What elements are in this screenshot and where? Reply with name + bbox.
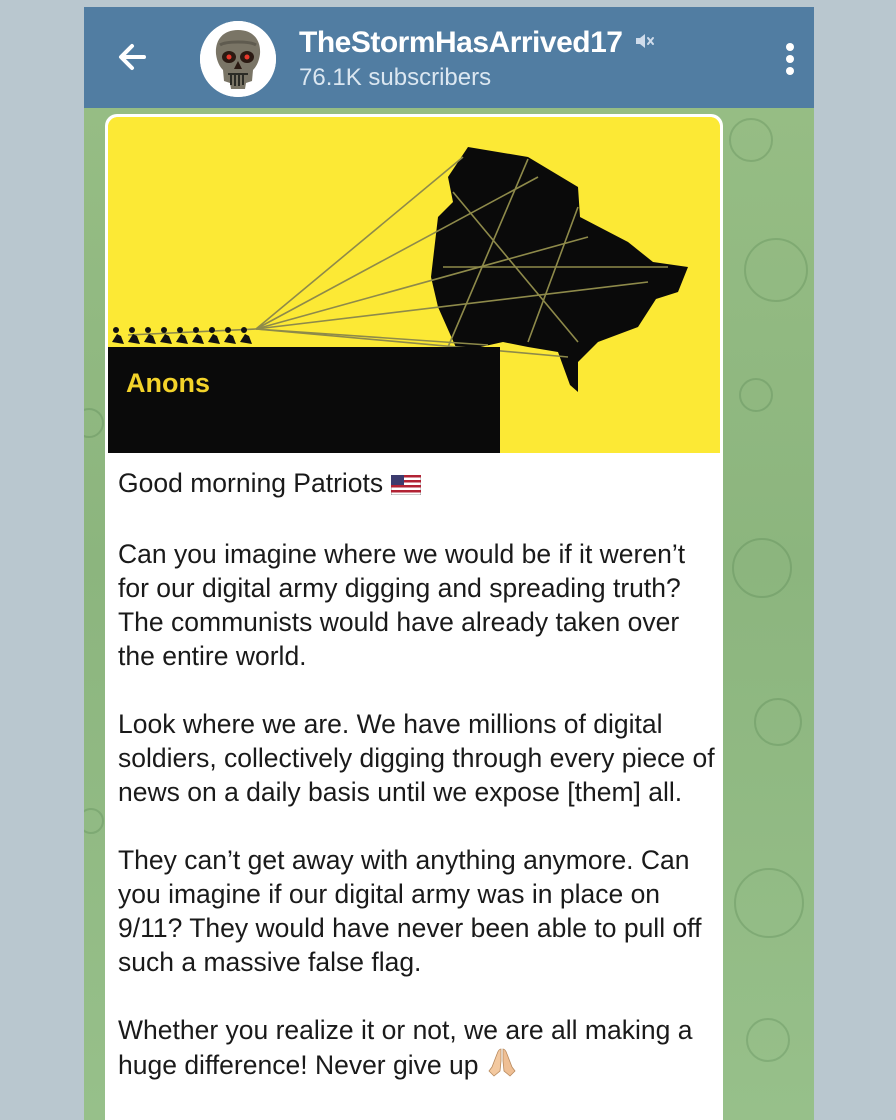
doodle-circle (732, 538, 792, 598)
paragraph: Can you imagine where we would be if it … (118, 539, 686, 671)
paragraph-text: Good morning Patriots (118, 468, 384, 498)
doodle-circle (739, 378, 773, 412)
muted-speaker-icon (633, 30, 655, 57)
doodle-circle (84, 408, 104, 438)
doodle-circle (746, 1018, 790, 1062)
paragraph: Look where we are. We have millions of d… (118, 709, 715, 807)
post-image[interactable]: Anons (108, 117, 720, 453)
back-button[interactable] (110, 35, 154, 79)
title-row: TheStormHasArrived17 (299, 23, 655, 63)
subscriber-count: 76.1K subscribers (299, 64, 492, 91)
telegram-screen: TheStormHasArrived17 76.1K subscribers A… (84, 7, 814, 1120)
skull-avatar-icon (200, 21, 276, 97)
more-options-button[interactable] (774, 37, 806, 81)
doodle-circle (729, 118, 773, 162)
paragraph: They can’t get away with anything anymor… (118, 845, 702, 977)
us-flag-emoji (390, 469, 422, 503)
chat-header: TheStormHasArrived17 76.1K subscribers (84, 7, 814, 108)
channel-avatar[interactable] (200, 21, 276, 97)
doodle-circle (744, 238, 808, 302)
folded-hands-emoji (486, 1047, 518, 1085)
doodle-circle (734, 868, 804, 938)
tug-of-war-illustration (108, 117, 720, 453)
paragraph-text: Whether you realize it or not, we are al… (118, 1015, 693, 1080)
paragraph-closing: Whether you realize it or not, we are al… (118, 1013, 718, 1085)
image-caption: Anons (126, 368, 210, 398)
message-bubble: Anons Good morning Patriots Can you imag… (105, 114, 723, 1120)
arrow-left-icon (119, 44, 146, 70)
doodle-circle (84, 808, 104, 834)
paragraph-greeting: Good morning Patriots (118, 466, 718, 503)
doodle-circle (754, 698, 802, 746)
post-text: Good morning Patriots Can you imagine wh… (118, 466, 718, 1119)
vertical-dots-icon (786, 43, 794, 75)
channel-name[interactable]: TheStormHasArrived17 (299, 26, 623, 59)
